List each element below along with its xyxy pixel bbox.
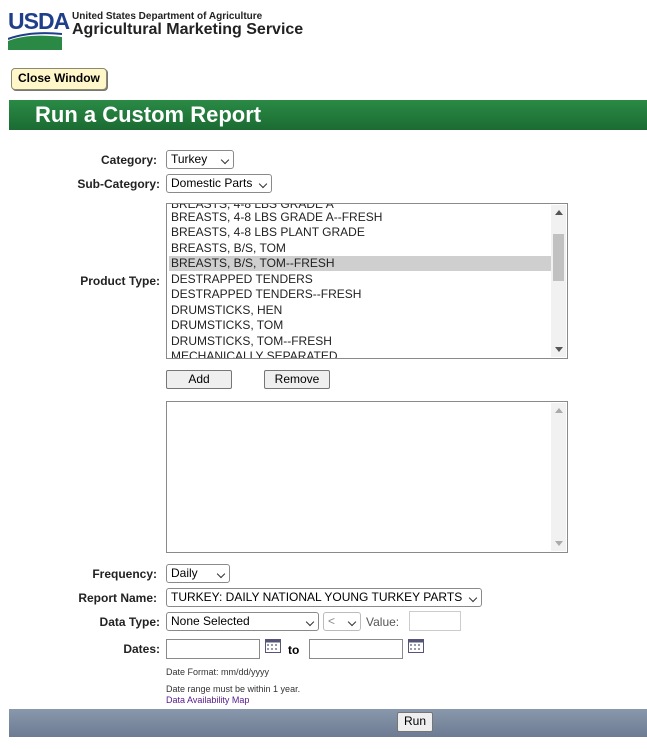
value-input[interactable] [409,611,461,631]
run-button[interactable]: Run [397,712,433,732]
data-type-label: Data Type: [99,615,160,629]
date-format-note: Date Format: mm/dd/yyyy [166,667,270,677]
footer-bar [9,709,647,737]
selected-products-box[interactable] [166,401,568,553]
report-name-label: Report Name: [78,591,157,605]
date-range-note: Date range must be within 1 year. [166,684,301,694]
agency-name: Agricultural Marketing Service [72,21,304,38]
subcategory-value: Domestic Parts [171,176,253,190]
scroll-down-icon[interactable] [555,347,563,352]
frequency-select[interactable]: Daily [166,564,230,583]
operator-select[interactable]: < [323,612,361,631]
page-title: Run a Custom Report [35,102,262,127]
data-availability-map-link[interactable]: Data Availability Map [166,695,249,705]
scroll-down-icon[interactable] [555,541,563,546]
category-value: Turkey [171,152,208,166]
list-item[interactable]: BREASTS, B/S, TOM [169,241,553,256]
dates-label: Dates: [123,642,160,656]
close-window-button[interactable]: Close Window [11,68,107,90]
product-list-scrollbar[interactable] [551,205,566,357]
category-select[interactable]: Turkey [166,150,234,169]
remove-button[interactable]: Remove [264,370,330,389]
list-item[interactable]: DRUMSTICKS, HEN [169,303,553,318]
value-label: Value: [366,615,400,629]
start-date-input[interactable] [166,639,260,659]
data-type-value: None Selected [171,614,250,628]
frequency-label: Frequency: [92,567,157,581]
list-item[interactable]: DRUMSTICKS, TOM--FRESH [169,334,553,349]
list-item[interactable]: BREASTS, 4-8 LBS PLANT GRADE [169,225,553,240]
scroll-up-icon[interactable] [555,210,563,215]
product-type-label: Product Type: [80,274,160,288]
to-label: to [288,643,300,657]
scroll-up-icon[interactable] [555,408,563,413]
report-name-select[interactable]: TURKEY: DAILY NATIONAL YOUNG TURKEY PART… [166,588,482,607]
list-item[interactable]: DESTRAPPED TENDERS--FRESH [169,287,553,302]
list-item[interactable]: DRUMSTICKS, TOM [169,318,553,333]
list-item[interactable]: MECHANICALLY SEPARATED [169,349,553,358]
list-item[interactable]: DESTRAPPED TENDERS [169,272,553,287]
end-date-input[interactable] [309,639,403,659]
report-name-value: TURKEY: DAILY NATIONAL YOUNG TURKEY PART… [171,590,463,604]
data-type-select[interactable]: None Selected [166,612,319,631]
operator-value: < [328,614,336,628]
frequency-value: Daily [171,566,198,580]
product-type-listbox[interactable]: BREASTS, 4-8 LBS GRADE A BREASTS, 4-8 LB… [166,203,568,359]
list-item[interactable]: BREASTS, 4-8 LBS GRADE A--FRESH [169,210,553,225]
usda-logo-swoosh-icon [8,32,62,50]
list-item-selected[interactable]: BREASTS, B/S, TOM--FRESH [169,256,553,271]
selected-box-scrollbar[interactable] [551,403,566,551]
scrollbar-thumb[interactable] [553,234,564,281]
calendar-icon[interactable] [408,639,424,653]
subcategory-select[interactable]: Domestic Parts [166,174,272,193]
subcategory-label: Sub-Category: [77,177,160,191]
add-button[interactable]: Add [166,370,232,389]
calendar-icon[interactable] [265,639,281,653]
category-label: Category: [100,153,157,167]
